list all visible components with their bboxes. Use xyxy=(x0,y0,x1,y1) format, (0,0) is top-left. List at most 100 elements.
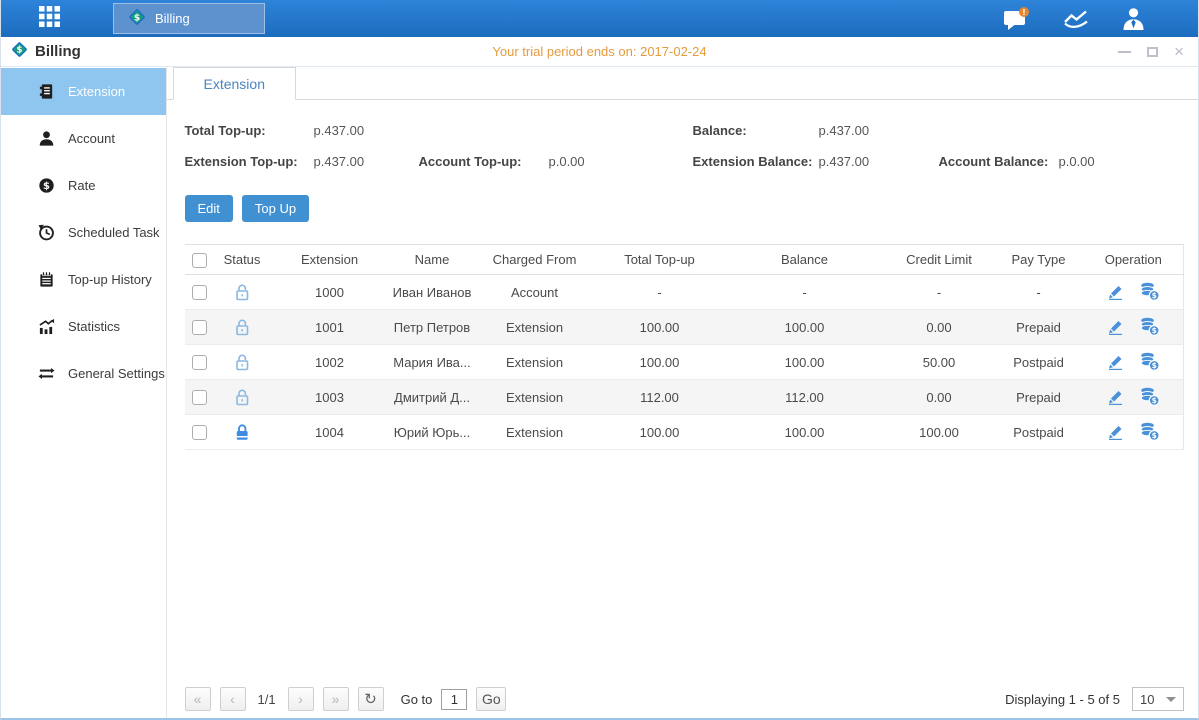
status-lock-icon[interactable] xyxy=(234,353,250,371)
status-lock-icon[interactable] xyxy=(234,283,250,301)
column-pay-type: Pay Type xyxy=(994,245,1084,275)
first-page-button[interactable]: « xyxy=(185,687,211,711)
column-charged-from: Charged From xyxy=(475,245,595,275)
status-lock-icon[interactable] xyxy=(234,318,250,336)
top-up-button[interactable]: Top Up xyxy=(242,195,309,222)
sidebar-item-extension[interactable]: Extension xyxy=(1,68,166,115)
cell-pay-type: Postpaid xyxy=(994,415,1084,450)
cell-credit-limit: 0.00 xyxy=(885,380,994,415)
edit-pencil-icon[interactable] xyxy=(1106,388,1125,405)
svg-text:$: $ xyxy=(134,13,140,23)
edit-pencil-icon[interactable] xyxy=(1106,318,1125,335)
minimize-button[interactable] xyxy=(1118,45,1131,59)
cell-credit-limit: - xyxy=(885,275,994,310)
status-lock-icon[interactable] xyxy=(234,388,250,406)
cell-extension: 1004 xyxy=(270,415,390,450)
taskbar-tab-billing[interactable]: $ Billing xyxy=(113,3,265,34)
top-up-coins-icon[interactable]: $ xyxy=(1139,282,1160,301)
account-topup-value: p.0.00 xyxy=(549,154,693,169)
top-up-coins-icon[interactable]: $ xyxy=(1139,387,1160,406)
goto-page-input[interactable] xyxy=(441,689,467,710)
messages-button[interactable]: ! xyxy=(1003,7,1031,31)
sidebar: Extension Account $ Rate xyxy=(1,67,167,718)
window-header: $ Billing Your trial period ends on: 201… xyxy=(1,37,1198,67)
close-button[interactable]: × xyxy=(1174,45,1184,59)
notification-badge: ! xyxy=(1022,7,1026,16)
sidebar-item-account[interactable]: Account xyxy=(1,115,166,162)
cell-balance: 100.00 xyxy=(725,345,885,380)
svg-text:$: $ xyxy=(1152,361,1157,370)
maximize-button[interactable] xyxy=(1147,45,1158,59)
svg-text:$: $ xyxy=(17,45,23,55)
topup-history-ledger-icon xyxy=(37,271,55,288)
cell-charged-from: Extension xyxy=(475,415,595,450)
edit-pencil-icon[interactable] xyxy=(1106,283,1125,300)
next-page-button[interactable]: › xyxy=(288,687,314,711)
extensions-table: Status Extension Name Charged From Total… xyxy=(185,244,1185,450)
page-indicator: 1/1 xyxy=(258,692,276,707)
column-total-topup: Total Top-up xyxy=(595,245,725,275)
statistics-chart-button[interactable] xyxy=(1063,8,1089,30)
account-balance-label: Account Balance: xyxy=(939,154,1059,169)
cell-balance: 112.00 xyxy=(725,380,885,415)
go-button[interactable]: Go xyxy=(476,687,506,711)
table-row: 1003 Дмитрий Д... Extension 112.00 112.0… xyxy=(185,380,1184,415)
table-row: 1001 Петр Петров Extension 100.00 100.00… xyxy=(185,310,1184,345)
row-checkbox[interactable] xyxy=(192,285,207,300)
edit-pencil-icon[interactable] xyxy=(1106,353,1125,370)
page-size-select[interactable]: 10 xyxy=(1132,687,1184,711)
cell-total-topup: 100.00 xyxy=(595,345,725,380)
sidebar-item-scheduled-task[interactable]: Scheduled Task xyxy=(1,209,166,256)
sidebar-item-statistics[interactable]: Statistics xyxy=(1,303,166,350)
table-row: 1002 Мария Ива... Extension 100.00 100.0… xyxy=(185,345,1184,380)
action-buttons: Edit Top Up xyxy=(185,195,1185,222)
trial-period-message: Your trial period ends on: 2017-02-24 xyxy=(492,44,706,59)
cell-name: Юрий Юрь... xyxy=(390,415,475,450)
edit-button[interactable]: Edit xyxy=(185,195,233,222)
tab-extension[interactable]: Extension xyxy=(173,67,296,100)
extension-balance-value: p.437.00 xyxy=(819,154,939,169)
cell-pay-type: Prepaid xyxy=(994,310,1084,345)
general-settings-sliders-icon xyxy=(37,365,55,382)
cell-balance: 100.00 xyxy=(725,415,885,450)
column-extension: Extension xyxy=(270,245,390,275)
goto-label: Go to xyxy=(401,692,433,707)
account-person-icon xyxy=(37,130,55,147)
cell-pay-type: Prepaid xyxy=(994,380,1084,415)
row-checkbox[interactable] xyxy=(192,390,207,405)
refresh-icon[interactable]: ↻ xyxy=(358,687,384,711)
tab-strip: Extension xyxy=(167,67,1199,100)
sidebar-item-rate[interactable]: $ Rate xyxy=(1,162,166,209)
cell-charged-from: Extension xyxy=(475,310,595,345)
user-account-button[interactable] xyxy=(1121,7,1146,30)
displaying-status: Displaying 1 - 5 of 5 xyxy=(1005,692,1120,707)
cell-pay-type: Postpaid xyxy=(994,345,1084,380)
cell-pay-type: - xyxy=(994,275,1084,310)
cell-total-topup: 100.00 xyxy=(595,415,725,450)
cell-credit-limit: 100.00 xyxy=(885,415,994,450)
app-grid-button[interactable] xyxy=(37,7,61,31)
row-checkbox[interactable] xyxy=(192,320,207,335)
chevron-down-icon xyxy=(1166,697,1176,702)
cell-charged-from: Account xyxy=(475,275,595,310)
column-status: Status xyxy=(215,245,270,275)
svg-text:$: $ xyxy=(1152,431,1157,440)
last-page-button[interactable]: » xyxy=(323,687,349,711)
sidebar-item-general-settings[interactable]: General Settings xyxy=(1,350,166,397)
sidebar-item-topup-history[interactable]: Top-up History xyxy=(1,256,166,303)
row-checkbox[interactable] xyxy=(192,425,207,440)
column-credit-limit: Credit Limit xyxy=(885,245,994,275)
top-up-coins-icon[interactable]: $ xyxy=(1139,352,1160,371)
status-lock-icon[interactable] xyxy=(234,423,250,441)
top-up-coins-icon[interactable]: $ xyxy=(1139,317,1160,336)
edit-pencil-icon[interactable] xyxy=(1106,423,1125,440)
top-up-coins-icon[interactable]: $ xyxy=(1139,422,1160,441)
select-all-checkbox[interactable] xyxy=(192,253,207,268)
column-operation: Operation xyxy=(1084,245,1184,275)
cell-charged-from: Extension xyxy=(475,380,595,415)
prev-page-button[interactable]: ‹ xyxy=(220,687,246,711)
row-checkbox[interactable] xyxy=(192,355,207,370)
column-balance: Balance xyxy=(725,245,885,275)
balance-summary: Total Top-up: p.437.00 Balance: p.437.00… xyxy=(185,115,1185,177)
billing-diamond-icon: $ xyxy=(128,8,146,29)
